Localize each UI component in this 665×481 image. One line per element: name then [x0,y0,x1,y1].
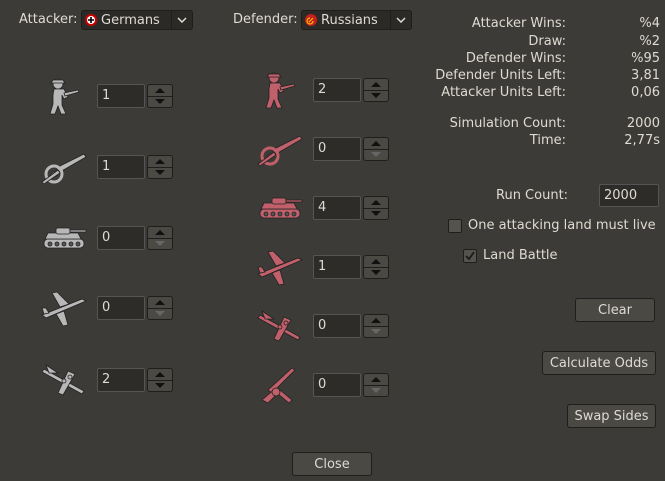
sim-label: Time: [529,133,566,148]
decrement-arrow-icon[interactable] [364,90,388,101]
stat-value: %95 [631,51,660,66]
decrement-arrow-icon[interactable] [148,380,172,391]
defender-unit-count-spinner[interactable]: 0 [313,373,389,397]
attacker-unit-count-spinner[interactable]: 0 [97,296,173,320]
clear-button[interactable]: Clear [575,298,655,322]
attacker-unit-count-field[interactable]: 1 [97,84,145,108]
defender-label: Defender: [233,12,298,27]
defender-unit-count-field[interactable]: 0 [313,137,361,161]
stat-label: Attacker Wins: [471,16,566,31]
calculate-odds-button[interactable]: Calculate Odds [542,351,656,375]
defender-unit-count-field[interactable]: 2 [313,78,361,102]
attacker-unit-count-spinner[interactable]: 0 [97,226,173,250]
stat-label: Draw: [528,34,566,49]
german-flag-icon [85,14,97,26]
attacker-unit-count-field[interactable]: 0 [97,226,145,250]
checkmark-icon [465,251,475,261]
tank-icon [38,217,90,259]
attacker-unit-count-field[interactable]: 1 [97,155,145,179]
stat-value: 3,81 [631,68,660,83]
stat-label: Defender Wins: [465,51,566,66]
stat-value: 0,06 [631,85,660,100]
aa-gun-icon [254,364,306,406]
decrement-arrow-icon[interactable] [148,167,172,178]
decrement-arrow-icon[interactable] [364,149,388,160]
sim-value: 2,77s [624,133,660,148]
one-attacking-land-label: One attacking land must live [468,218,656,233]
defender-unit-count-spinner[interactable]: 2 [313,78,389,102]
soviet-flag-icon [305,14,317,26]
defender-unit-count-spinner[interactable]: 4 [313,196,389,220]
artillery-icon [254,128,306,170]
decrement-arrow-icon[interactable] [148,238,172,249]
defender-unit-count-field[interactable]: 1 [313,255,361,279]
attacker-label: Attacker: [19,12,78,27]
stat-value: %2 [639,34,660,49]
decrement-arrow-icon[interactable] [364,267,388,278]
close-button[interactable]: Close [292,452,372,476]
chevron-down-icon[interactable] [171,11,192,29]
defender-nation: Russians [321,12,378,28]
defender-unit-count-field[interactable]: 0 [313,373,361,397]
defender-unit-count-spinner[interactable]: 1 [313,255,389,279]
defender-unit-count-spinner[interactable]: 0 [313,137,389,161]
sim-label: Simulation Count: [449,116,566,131]
defender-unit-count-field[interactable]: 0 [313,314,361,338]
run-count-label: Run Count: [496,188,569,203]
bomber-icon [254,305,306,347]
stat-label: Defender Units Left: [435,68,566,83]
attacker-unit-count-spinner[interactable]: 1 [97,155,173,179]
attacker-unit-count-field[interactable]: 2 [97,368,145,392]
bomber-icon [38,359,90,401]
land-battle-checkbox[interactable] [463,249,477,263]
attacker-nation: Germans [101,12,160,28]
artillery-icon [38,146,90,188]
attacker-unit-count-spinner[interactable]: 1 [97,84,173,108]
swap-sides-button[interactable]: Swap Sides [567,404,656,428]
tank-icon [254,187,306,229]
decrement-arrow-icon[interactable] [364,208,388,219]
one-attacking-land-checkbox[interactable] [448,219,462,233]
attacker-select[interactable]: Germans [81,10,193,30]
sim-value: 2000 [626,116,660,131]
fighter-icon [38,287,90,329]
stat-label: Attacker Units Left: [441,85,566,100]
run-count-input[interactable]: 2000 [599,184,659,207]
decrement-arrow-icon[interactable] [148,308,172,319]
decrement-arrow-icon[interactable] [364,385,388,396]
defender-unit-count-field[interactable]: 4 [313,196,361,220]
defender-unit-count-spinner[interactable]: 0 [313,314,389,338]
decrement-arrow-icon[interactable] [148,96,172,107]
decrement-arrow-icon[interactable] [364,326,388,337]
attacker-unit-count-spinner[interactable]: 2 [97,368,173,392]
stat-value: %4 [639,16,660,31]
fighter-icon [254,246,306,288]
infantry-icon [254,69,306,111]
attacker-unit-count-field[interactable]: 0 [97,296,145,320]
land-battle-label: Land Battle [483,248,558,263]
infantry-icon [38,75,90,117]
